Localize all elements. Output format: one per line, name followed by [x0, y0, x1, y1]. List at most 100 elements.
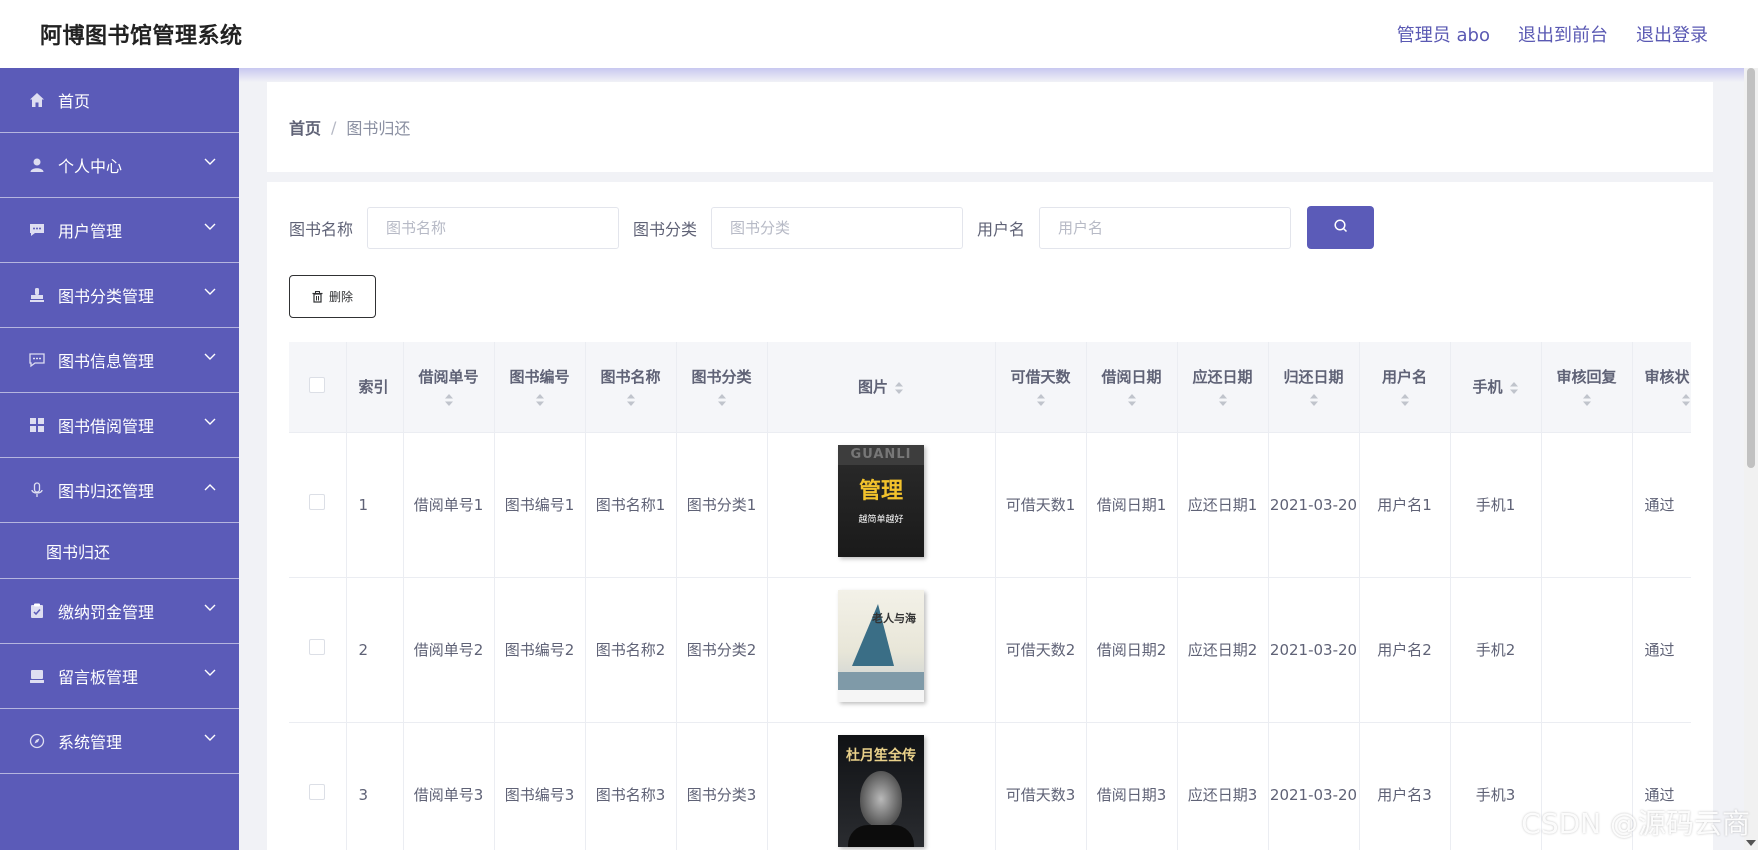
category-input[interactable] [711, 206, 964, 249]
cell-image: 老人与海 [767, 577, 996, 723]
row-checkbox[interactable] [309, 493, 326, 510]
sidebar-subitem-label: 图书归还 [46, 542, 111, 562]
scrollbar-thumb[interactable] [1747, 68, 1755, 468]
sidebar-item-fine-management[interactable]: 缴纳罚金管理 [0, 579, 239, 644]
sort-caret-icon[interactable] [535, 393, 545, 407]
col-due-date[interactable]: 应还日期 [1177, 342, 1269, 433]
cell-book-no: 图书编号3 [494, 722, 586, 850]
exit-to-frontend-link[interactable]: 退出到前台 [1518, 21, 1608, 47]
admin-link[interactable]: 管理员 abo [1397, 21, 1490, 47]
sidebar-subitem-book-return[interactable]: 图书归还 [0, 523, 239, 579]
row-select-cell [289, 432, 347, 578]
search-form: 图书名称 图书分类 用户名 [289, 206, 1375, 249]
cell-return-date: 2021-03-20 [1268, 577, 1360, 723]
cell-username: 用户名2 [1359, 577, 1451, 723]
username-input[interactable] [1039, 206, 1292, 249]
col-review-status[interactable]: 审核状 [1632, 342, 1691, 433]
sort-caret-icon[interactable] [1400, 393, 1410, 407]
sort-caret-icon[interactable] [1036, 393, 1046, 407]
chevron-down-icon [203, 731, 217, 745]
cell-borrow-date: 借阅日期1 [1086, 432, 1178, 578]
compass-icon [28, 732, 46, 750]
sidebar-item-return-management[interactable]: 图书归还管理 [0, 458, 239, 523]
cell-username: 用户名3 [1359, 722, 1451, 850]
sort-caret-icon[interactable] [1309, 393, 1319, 407]
sidebar-item-label: 用户管理 [58, 222, 123, 241]
col-borrow-date[interactable]: 借阅日期 [1086, 342, 1178, 433]
sidebar-item-personal-center[interactable]: 个人中心 [0, 133, 239, 198]
sidebar-item-message-board[interactable]: 留言板管理 [0, 644, 239, 709]
chevron-down-icon [203, 155, 217, 169]
sort-caret-icon[interactable] [444, 393, 454, 407]
logout-link[interactable]: 退出登录 [1636, 21, 1708, 47]
chevron-down-icon [203, 666, 217, 680]
sidebar-item-label: 留言板管理 [58, 668, 139, 687]
cell-book-name: 图书名称3 [585, 722, 677, 850]
sidebar-item-borrow-management[interactable]: 图书借阅管理 [0, 393, 239, 458]
chevron-down-icon [203, 285, 217, 299]
row-checkbox[interactable] [309, 638, 326, 655]
col-username[interactable]: 用户名 [1359, 342, 1451, 433]
cell-index: 1 [346, 432, 404, 578]
row-checkbox[interactable] [309, 783, 326, 800]
col-image[interactable]: 图片 [767, 342, 996, 433]
watermark: CSDN @源码云商 [1521, 807, 1750, 840]
cell-book-name: 图书名称2 [585, 577, 677, 723]
col-return-date[interactable]: 归还日期 [1268, 342, 1360, 433]
sort-caret-icon[interactable] [1509, 381, 1519, 395]
cell-borrow-date: 借阅日期3 [1086, 722, 1178, 850]
delete-button[interactable]: 删除 [289, 275, 376, 318]
sort-caret-icon[interactable] [894, 381, 904, 395]
book-name-input[interactable] [367, 206, 620, 249]
col-book-no[interactable]: 图书编号 [494, 342, 586, 433]
col-phone[interactable]: 手机 [1450, 342, 1542, 433]
col-category[interactable]: 图书分类 [676, 342, 768, 433]
cell-book-no: 图书编号2 [494, 577, 586, 723]
table-row[interactable]: 3 借阅单号3 图书编号3 图书名称3 图书分类3 杜月笙全传 可借天数3 借阅… [289, 722, 1691, 850]
table-row[interactable]: 2 借阅单号2 图书编号2 图书名称2 图书分类2 老人与海 可借天数2 借阅日… [289, 577, 1691, 723]
sidebar-item-label: 图书借阅管理 [58, 417, 155, 436]
col-review-reply[interactable]: 审核回复 [1541, 342, 1633, 433]
table-row[interactable]: 1 借阅单号1 图书编号1 图书名称1 图书分类1 GUANLI 管理 越简单越… [289, 432, 1691, 578]
sidebar-item-home[interactable]: 首页 [0, 68, 239, 133]
cell-borrow-no: 借阅单号3 [403, 722, 495, 850]
chevron-down-icon [203, 350, 217, 364]
search-icon [1333, 218, 1349, 237]
sidebar-item-label: 图书归还管理 [58, 482, 155, 501]
sort-caret-icon[interactable] [1582, 393, 1592, 407]
cover-sea-shape [838, 671, 924, 690]
cell-days: 可借天数3 [995, 722, 1087, 850]
grid-icon [28, 416, 46, 434]
cover-title: 老人与海 [872, 611, 916, 625]
select-all-checkbox[interactable] [309, 376, 326, 393]
cell-image: GUANLI 管理 越简单越好 [767, 432, 996, 578]
cell-phone: 手机1 [1450, 432, 1542, 578]
cell-borrow-date: 借阅日期2 [1086, 577, 1178, 723]
cell-category: 图书分类3 [676, 722, 768, 850]
table-header-row: 索引 借阅单号 图书编号 图书名称 图书分类 图片 可借天数 借阅日期 应还日期… [289, 342, 1691, 433]
sort-caret-icon[interactable] [717, 393, 727, 407]
sidebar-item-category-management[interactable]: 图书分类管理 [0, 263, 239, 328]
col-book-name[interactable]: 图书名称 [585, 342, 677, 433]
cell-review-reply [1541, 577, 1633, 723]
vertical-scrollbar[interactable] [1744, 68, 1758, 850]
sidebar-item-system-management[interactable]: 系统管理 [0, 709, 239, 774]
chat-bubble-icon [28, 221, 46, 239]
sort-caret-icon[interactable] [1218, 393, 1228, 407]
book-cover-image: 老人与海 [838, 589, 924, 702]
col-borrow-no[interactable]: 借阅单号 [403, 342, 495, 433]
breadcrumb-home[interactable]: 首页 [289, 115, 321, 139]
sidebar-item-label: 缴纳罚金管理 [58, 603, 155, 622]
top-header: 阿博图书馆管理系统 管理员 abo 退出到前台 退出登录 [0, 0, 1758, 68]
sort-caret-icon[interactable] [1127, 393, 1137, 407]
cover-title: 杜月笙全传 [846, 747, 916, 764]
search-button[interactable] [1307, 206, 1375, 249]
cover-portrait-suit [848, 824, 914, 847]
sidebar-item-book-info-management[interactable]: 图书信息管理 [0, 328, 239, 393]
cover-portrait [860, 770, 902, 827]
sort-caret-icon[interactable] [626, 393, 636, 407]
col-days[interactable]: 可借天数 [995, 342, 1087, 433]
row-select-cell [289, 577, 347, 723]
sort-caret-icon[interactable] [1681, 393, 1691, 407]
sidebar-item-user-management[interactable]: 用户管理 [0, 198, 239, 263]
